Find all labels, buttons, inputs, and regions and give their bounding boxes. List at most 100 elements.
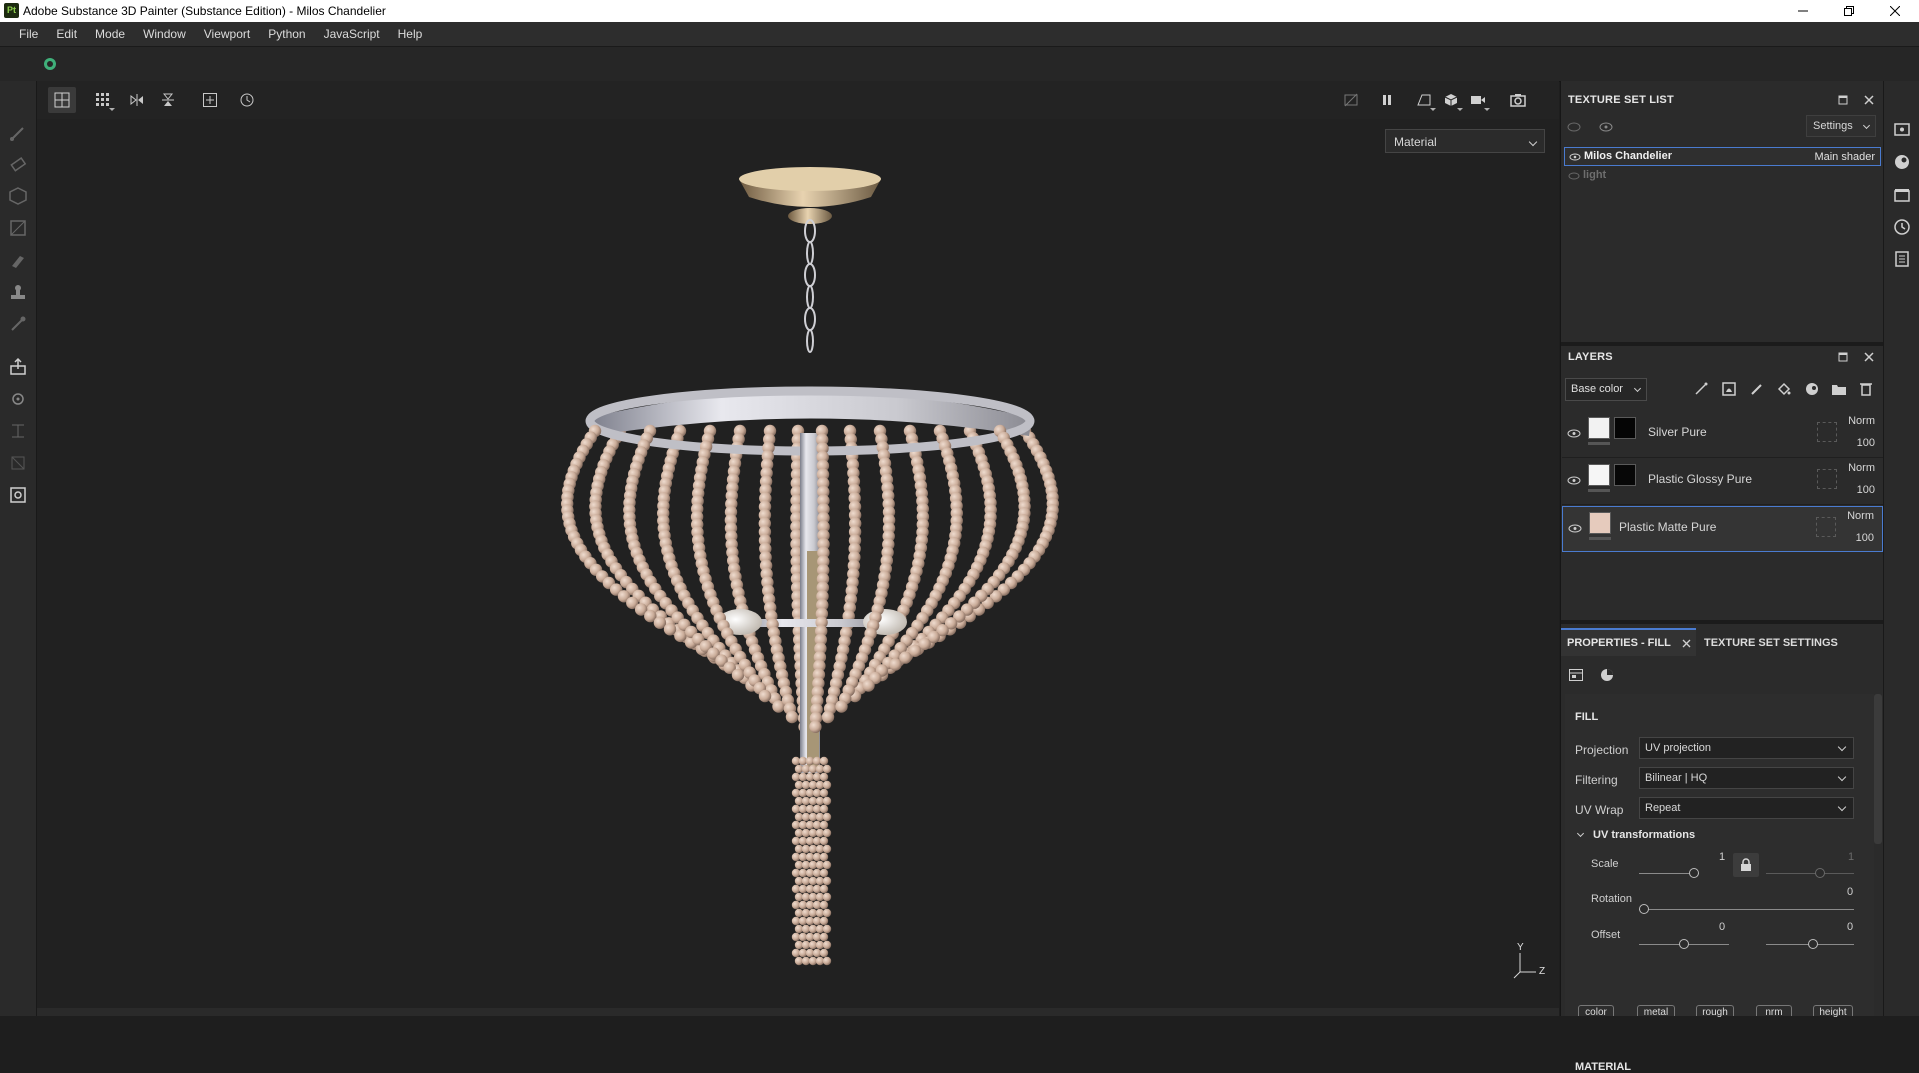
color-picker-icon[interactable] xyxy=(6,312,30,336)
uv-transformations-toggle[interactable]: UV transformations xyxy=(1575,829,1775,845)
close-tab-icon[interactable] xyxy=(1682,639,1691,648)
paint-brush-icon[interactable] xyxy=(6,121,30,145)
menu-help[interactable]: Help xyxy=(389,22,432,46)
layer-channel-select[interactable]: Base color xyxy=(1565,378,1647,401)
add-effect-wand-icon[interactable] xyxy=(1693,381,1709,397)
offset-u-value[interactable]: 0 xyxy=(1719,921,1725,933)
material-color-toggle[interactable]: color xyxy=(1578,1005,1614,1018)
uv-wrap-select[interactable]: Repeat xyxy=(1639,797,1854,819)
visibility-eye-icon[interactable] xyxy=(1569,153,1581,161)
smudge-icon[interactable] xyxy=(6,248,30,272)
scale-v-slider-track[interactable] xyxy=(1766,873,1854,874)
add-mask-icon[interactable] xyxy=(1721,381,1737,397)
screenshot-camera-icon[interactable] xyxy=(1504,87,1532,113)
layer-blend-mode[interactable]: Norm xyxy=(1848,462,1875,474)
material-rough-toggle[interactable]: rough xyxy=(1696,1005,1734,1018)
material-height-toggle[interactable]: height xyxy=(1813,1005,1853,1018)
offset-v-value[interactable]: 0 xyxy=(1847,921,1853,933)
settings-gear-icon[interactable] xyxy=(6,387,30,411)
visibility-eye-icon[interactable] xyxy=(1568,172,1580,180)
layer-visibility-eye-icon[interactable] xyxy=(1567,429,1581,438)
fill-properties-icon[interactable] xyxy=(1568,667,1584,683)
scale-value-v[interactable]: 1 xyxy=(1848,851,1854,863)
environment-cube-icon[interactable] xyxy=(1437,87,1465,113)
history-icon[interactable] xyxy=(233,87,261,113)
3d-viewport[interactable] xyxy=(37,81,1559,1016)
close-panel-icon[interactable] xyxy=(1861,92,1877,108)
scale-v-slider-handle[interactable] xyxy=(1815,868,1825,878)
geometry-mask-icon[interactable] xyxy=(6,216,30,240)
texture-set-shader[interactable]: Main shader xyxy=(1814,151,1875,163)
hide-all-icon[interactable] xyxy=(1566,119,1582,135)
texture-set-settings-dropdown[interactable]: Settings xyxy=(1806,115,1876,137)
screenshot-tool-icon[interactable] xyxy=(6,483,30,507)
camera-view-icon[interactable] xyxy=(1410,87,1438,113)
scale-value[interactable]: 1 xyxy=(1719,851,1725,863)
tab-texture-set-settings[interactable]: TEXTURE SET SETTINGS xyxy=(1698,628,1838,656)
symmetry-y-icon[interactable] xyxy=(154,87,182,113)
layer-blend-mode[interactable]: Norm xyxy=(1847,510,1874,522)
restore-button[interactable] xyxy=(1826,0,1872,22)
clone-stamp-icon[interactable] xyxy=(6,280,30,304)
add-folder-icon[interactable] xyxy=(1831,381,1847,397)
projection-select[interactable]: UV projection xyxy=(1639,737,1854,759)
measure-icon[interactable] xyxy=(6,419,30,443)
show-all-eye-icon[interactable] xyxy=(1598,119,1614,135)
texture-set-item-milos-chandelier[interactable]: Milos Chandelier Main shader xyxy=(1564,147,1881,166)
material-metal-toggle[interactable]: metal xyxy=(1637,1005,1675,1018)
filtering-select[interactable]: Bilinear | HQ xyxy=(1639,767,1854,789)
pause-render-icon[interactable] xyxy=(1373,87,1401,113)
add-material-icon[interactable] xyxy=(1804,381,1820,397)
close-panel-icon[interactable] xyxy=(1861,349,1877,365)
properties-scrollbar[interactable] xyxy=(1874,694,1882,844)
shader-settings-icon[interactable] xyxy=(1893,153,1911,171)
add-fill-layer-icon[interactable] xyxy=(1776,381,1792,397)
history-panel-icon[interactable] xyxy=(1893,218,1911,236)
layer-opacity[interactable]: 100 xyxy=(1856,532,1874,544)
menu-file[interactable]: File xyxy=(10,22,47,46)
scale-lock-button[interactable] xyxy=(1733,853,1759,877)
layer-row-silver-pure[interactable]: Silver Pure Norm 100 xyxy=(1562,412,1883,458)
layer-visibility-eye-icon[interactable] xyxy=(1567,476,1581,485)
offset-v-slider-handle[interactable] xyxy=(1808,939,1818,949)
add-paint-layer-icon[interactable] xyxy=(1749,381,1765,397)
bake-export-icon[interactable] xyxy=(6,355,30,379)
tab-properties-fill[interactable]: PROPERTIES - FILL xyxy=(1561,628,1696,656)
menu-mode[interactable]: Mode xyxy=(86,22,134,46)
rotation-slider-handle[interactable] xyxy=(1639,904,1649,914)
grid-view-icon[interactable] xyxy=(89,87,117,113)
layer-opacity[interactable]: 100 xyxy=(1857,484,1875,496)
menu-viewport[interactable]: Viewport xyxy=(195,22,259,46)
3d-2d-view-toggle[interactable] xyxy=(48,87,76,113)
material-properties-icon[interactable] xyxy=(1599,667,1615,683)
layer-opacity[interactable]: 100 xyxy=(1857,437,1875,449)
maximize-panel-icon[interactable] xyxy=(1835,92,1851,108)
add-view-icon[interactable] xyxy=(196,87,224,113)
log-panel-icon[interactable] xyxy=(1893,250,1911,268)
symmetry-x-icon[interactable] xyxy=(123,87,151,113)
projection-icon[interactable] xyxy=(6,184,30,208)
menu-window[interactable]: Window xyxy=(134,22,195,46)
eraser-icon[interactable] xyxy=(6,152,30,176)
maximize-panel-icon[interactable] xyxy=(1835,349,1851,365)
minimize-button[interactable] xyxy=(1780,0,1826,22)
menu-javascript[interactable]: JavaScript xyxy=(315,22,389,46)
menu-python[interactable]: Python xyxy=(259,22,314,46)
layer-visibility-eye-icon[interactable] xyxy=(1568,524,1582,533)
video-camera-icon[interactable] xyxy=(1464,87,1492,113)
sync-status-icon[interactable] xyxy=(43,57,57,71)
offset-u-slider-handle[interactable] xyxy=(1679,939,1689,949)
delete-layer-trash-icon[interactable] xyxy=(1858,381,1874,397)
layer-row-plastic-glossy-pure[interactable]: Plastic Glossy Pure Norm 100 xyxy=(1562,459,1883,505)
display-settings-icon[interactable] xyxy=(1893,121,1911,139)
panel-divider[interactable] xyxy=(1561,342,1884,346)
panel-divider[interactable] xyxy=(1561,620,1884,624)
hide-uv-icon[interactable] xyxy=(1337,87,1365,113)
material-nrm-toggle[interactable]: nrm xyxy=(1756,1005,1792,1018)
rotation-slider-track[interactable] xyxy=(1639,909,1854,910)
texture-set-item-light[interactable]: light xyxy=(1564,167,1881,186)
close-window-button[interactable] xyxy=(1872,0,1918,22)
assets-shelf-icon[interactable] xyxy=(1893,186,1911,204)
layer-row-plastic-matte-pure[interactable]: Plastic Matte Pure Norm 100 xyxy=(1562,506,1883,552)
viewport-channel-select[interactable]: Material xyxy=(1385,129,1545,153)
